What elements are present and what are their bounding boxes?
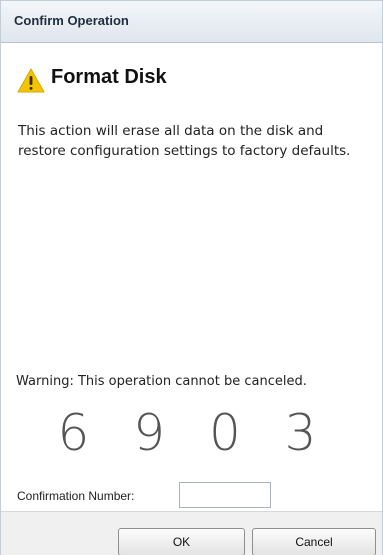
dialog-heading: Format Disk (51, 66, 167, 88)
ok-button[interactable]: OK (118, 528, 245, 555)
confirmation-digit: 6 (57, 404, 102, 462)
confirmation-number-display: 6 9 0 3 (1, 404, 382, 462)
confirmation-digit: 3 (284, 404, 329, 462)
confirm-dialog: Confirm Operation Format Disk This actio… (0, 0, 383, 555)
confirmation-digit: 0 (208, 404, 253, 462)
dialog-footer: OK Cancel (1, 511, 382, 555)
dialog-content: Format Disk This action will erase all d… (1, 44, 382, 511)
dialog-titlebar[interactable]: Confirm Operation (1, 1, 382, 43)
warning-text: Warning: This operation cannot be cancel… (16, 374, 307, 389)
description-text: This action will erase all data on the d… (18, 123, 351, 159)
cancel-button[interactable]: Cancel (252, 528, 376, 555)
warning-triangle-icon (17, 68, 45, 93)
confirmation-number-label: Confirmation Number: (17, 489, 135, 503)
dialog-title: Confirm Operation (14, 13, 129, 28)
confirmation-digit: 9 (133, 404, 178, 462)
confirmation-number-input[interactable] (179, 482, 271, 508)
